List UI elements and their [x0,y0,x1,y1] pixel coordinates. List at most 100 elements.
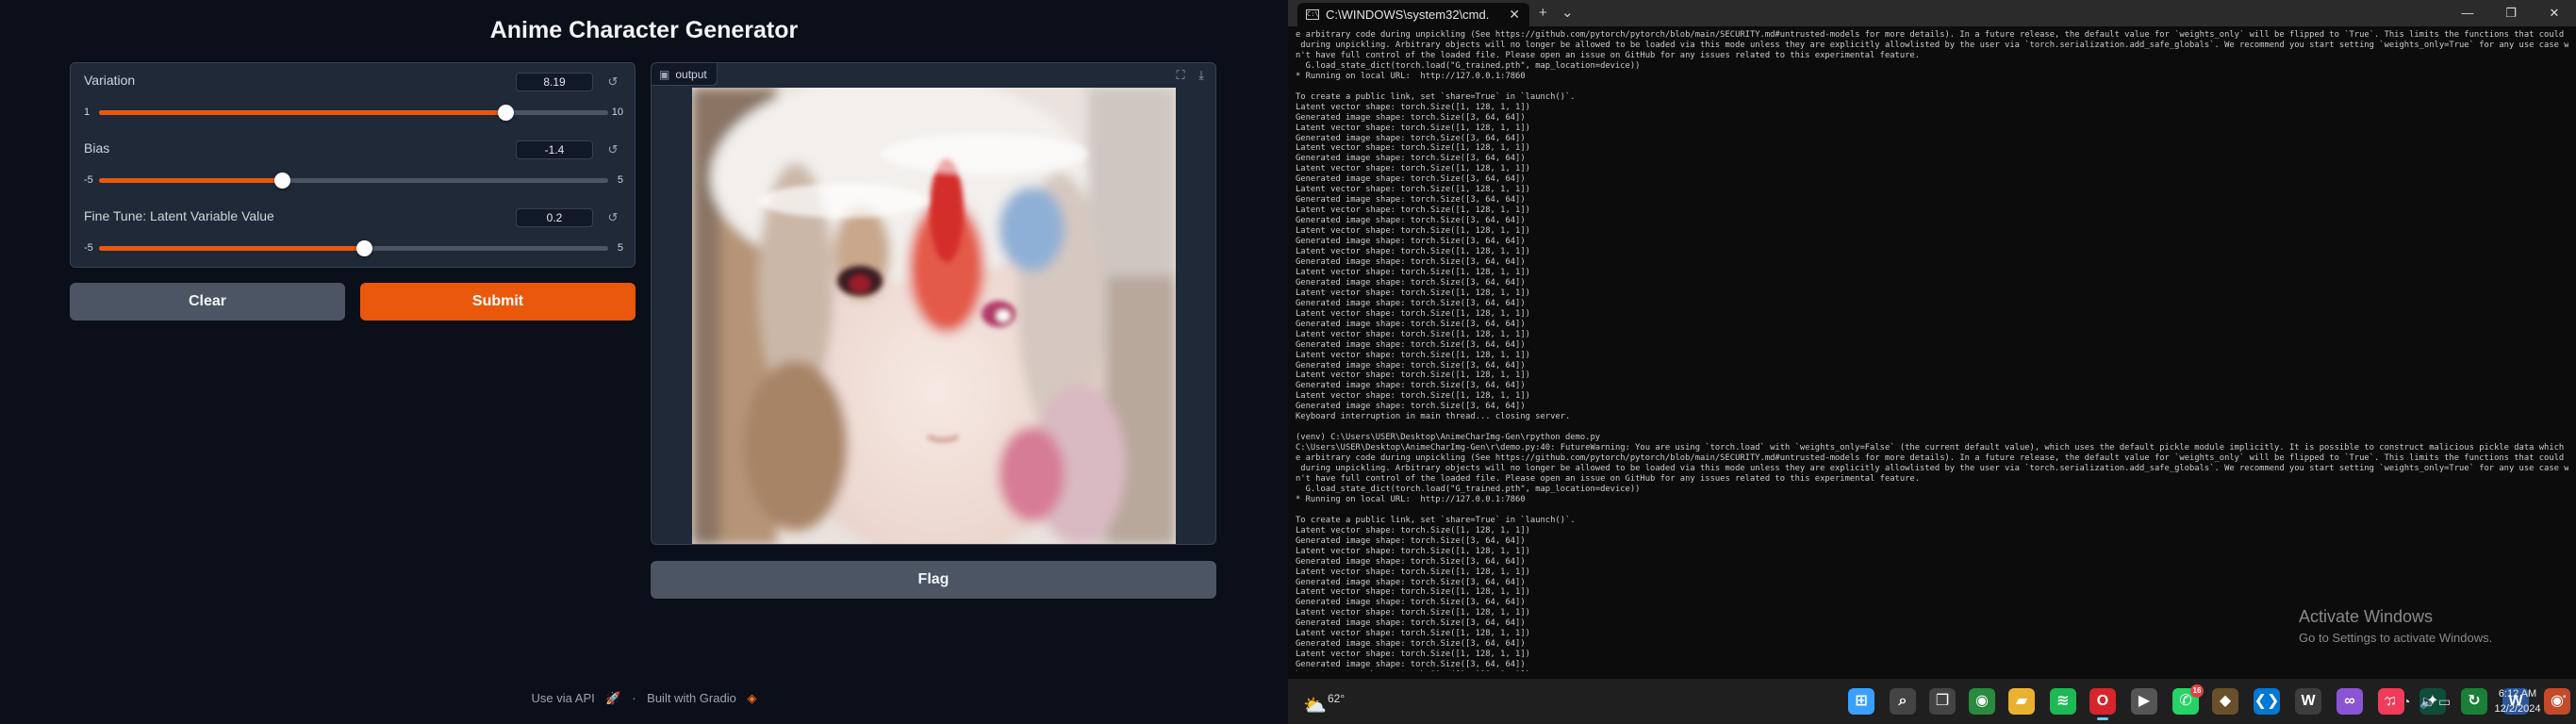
console-line: Latent vector shape: torch.Size([1, 128,… [1296,102,1530,112]
network-icon[interactable]: ◔ [2403,692,2410,711]
bias-slider-row: Bias -1.4 ↺ -5 5 [71,131,636,199]
rocket-icon: 🚀 [605,691,621,705]
wordpress-icon[interactable]: W [2295,688,2321,715]
console-line: Latent vector shape: torch.Size([1, 128,… [1296,391,1530,402]
spotify-icon[interactable]: ≋ [2050,688,2076,715]
console-line: Generated image shape: torch.Size([3, 64… [1296,298,1526,308]
fine-tune-min: -5 [84,242,93,254]
console-line: Generated image shape: torch.Size([3, 64… [1296,660,1526,670]
variation-reset-icon[interactable]: ↺ [603,73,623,91]
variation-min: 1 [84,107,91,118]
console-line: Generated image shape: torch.Size([3, 64… [1296,535,1526,546]
task-view-icon[interactable]: ❐ [1929,688,1956,715]
console-line: Generated image shape: torch.Size([3, 64… [1296,339,1526,350]
maximize-button[interactable]: ❐ [2489,0,2533,26]
media-player-icon[interactable]: ▶ [2131,688,2157,715]
variation-slider[interactable] [99,105,608,121]
clear-button[interactable]: Clear [70,283,345,321]
search-icon[interactable]: ⌕ [1890,688,1916,715]
bias-slider-thumb[interactable] [274,173,291,189]
console-line: Generated image shape: torch.Size([3, 64… [1296,381,1526,391]
use-via-api-link[interactable]: Use via API [532,691,595,705]
console-line: Latent vector shape: torch.Size([1, 128,… [1296,587,1530,598]
activate-windows-subtitle: Go to Settings to activate Windows. [2299,631,2493,645]
console-line: Latent vector shape: torch.Size([1, 128,… [1296,143,1530,154]
submit-button[interactable]: Submit [360,283,636,321]
footer: Use via API 🚀 · Built with Gradio ◈ [0,691,1288,706]
vscode-icon[interactable]: ❮❯ [2254,688,2280,715]
gradio-logo-icon: ◈ [747,691,757,705]
volume-icon[interactable]: 🔈 [2419,692,2436,711]
cmd-window: C:\ C:\WINDOWS\system32\cmd. ✕ + ⌄ — ❐ ✕… [1288,0,2576,724]
console-line: * Running on local URL: http://127.0.0.1… [1296,71,1526,81]
console-line: Generated image shape: torch.Size([3, 64… [1296,556,1526,567]
close-tab-icon[interactable]: ✕ [1509,3,1520,26]
console-line: * Running on local URL: http://127.0.0.1… [1296,494,1526,504]
new-tab-button[interactable]: + [1539,3,1547,24]
fine-tune-max: 5 [617,242,623,254]
console-output[interactable]: e arbitrary code during unpickling (See … [1296,30,2568,671]
activate-windows-watermark: Activate Windows Go to Settings to activ… [2299,607,2492,645]
cmd-icon: C:\ [1306,9,1319,20]
bias-reset-icon[interactable]: ↺ [603,140,623,159]
bias-number-input[interactable]: -1.4 [516,140,593,159]
show-hidden-icons[interactable]: ⌃ [2382,692,2393,711]
output-label: output [675,68,707,81]
console-line: G.load_state_dict(torch.load("G_trained.… [1296,484,1641,494]
bias-slider[interactable] [99,173,608,189]
output-image-panel: ▣ output ⛶ ⤓ [651,62,1216,545]
clock-date: 12/2/2024 [2494,703,2541,715]
bias-max: 5 [617,174,623,186]
console-line: n't have full control of the loaded file… [1296,473,1921,484]
activate-windows-title: Activate Windows [2299,607,2434,626]
fine-tune-reset-icon[interactable]: ↺ [603,208,623,227]
image-icon: ▣ [659,68,670,81]
file-explorer-icon[interactable]: ▰ [2008,688,2035,715]
console-line: Latent vector shape: torch.Size([1, 128,… [1296,164,1530,174]
footer-separator: · [632,691,636,705]
variation-slider-thumb[interactable] [498,105,515,121]
system-clock[interactable]: 6:12 AM 12/2/2024 [2480,686,2555,716]
download-icon[interactable]: ⤓ [1193,67,1210,84]
console-line: G.load_state_dict(torch.load("G_trained.… [1296,60,1641,71]
notification-icon[interactable]: ▪ [2563,688,2567,707]
battery-icon[interactable]: ▭ [2438,692,2451,711]
console-line: Generated image shape: torch.Size([3, 64… [1296,360,1526,370]
console-line: C:\Users\USER\Desktop\AnimeCharImg-Gen\r… [1296,443,2568,453]
flag-button[interactable]: Flag [651,561,1216,599]
weather-widget[interactable]: ⛅ 62° [1303,686,1360,718]
fine-tune-slider-thumb[interactable] [355,240,372,256]
windows-start-icon[interactable]: ⊞ [1848,688,1874,715]
console-line: Keyboard interruption in main thread... … [1296,412,1571,422]
opera-icon[interactable]: O [2089,688,2116,720]
visual-studio-icon[interactable]: ∞ [2337,688,2363,715]
output-label-tab: ▣ output [652,63,718,86]
console-line: Generated image shape: torch.Size([3, 64… [1296,195,1526,206]
console-line: Latent vector shape: torch.Size([1, 128,… [1296,546,1530,556]
whatsapp-badge: 16 [2190,684,2204,698]
minimize-button[interactable]: — [2446,0,2489,26]
clock-time: 6:12 AM [2498,688,2537,699]
close-window-button[interactable]: ✕ [2533,0,2576,26]
git-icon[interactable]: ◆ [2212,688,2238,715]
cmd-tab[interactable]: C:\ C:\WINDOWS\system32\cmd. ✕ [1297,3,1529,26]
console-line: Latent vector shape: torch.Size([1, 128,… [1296,308,1530,319]
console-line: Generated image shape: torch.Size([3, 64… [1296,112,1526,123]
variation-slider-row: Variation 8.19 ↺ 1 10 [71,63,636,131]
console-line: Generated image shape: torch.Size([3, 64… [1296,154,1526,164]
fine-tune-slider[interactable] [99,240,608,256]
fine-tune-number-input[interactable]: 0.2 [516,208,593,227]
fullscreen-icon[interactable]: ⛶ [1172,67,1189,84]
console-line: Latent vector shape: torch.Size([1, 128,… [1296,350,1530,360]
whatsapp-icon[interactable]: ✆ 16 [2172,684,2204,715]
variation-max: 10 [611,107,623,118]
variation-number-input[interactable]: 8.19 [516,73,593,91]
chrome-icon[interactable]: ◉ [1969,688,1995,715]
tab-dropdown-icon[interactable]: ⌄ [1561,3,1574,24]
console-line: Generated image shape: torch.Size([3, 64… [1296,133,1526,143]
console-line: Latent vector shape: torch.Size([1, 128,… [1296,185,1530,195]
built-with-gradio-link[interactable]: Built with Gradio [647,691,736,705]
